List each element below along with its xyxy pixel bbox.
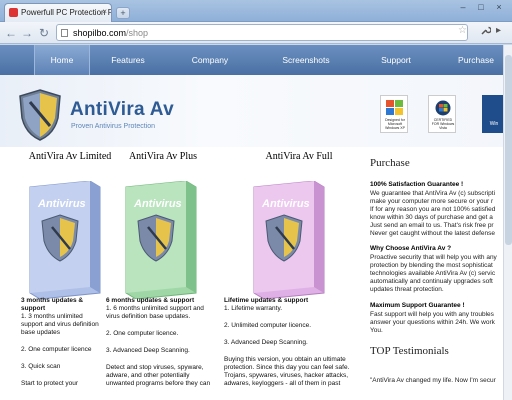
page-icon [61,29,68,37]
brand-name: AntiVira Av [70,99,174,120]
details-line: 1. 6 months unlimited support and virus … [106,305,204,320]
tab-close-icon[interactable]: × [102,7,107,16]
product-plus-details: 6 months updates & support 1. 6 months un… [106,297,216,397]
text-line: Never get caught without the latest defe… [370,230,496,237]
forward-icon[interactable]: → [20,26,34,40]
text-line: We guarantee that AntiVira Av (c) subscr… [370,190,496,197]
favicon-icon [9,8,18,17]
details-line: 2. One computer licence. [106,330,179,337]
windows-orb-icon [435,100,451,116]
box-label: Antivirus [37,198,86,210]
new-tab-button[interactable]: + [116,7,130,19]
url-host: shopilbo.com [73,28,127,38]
bookmark-star-icon[interactable]: ☆ [458,25,467,36]
scrollbar-thumb[interactable] [505,55,512,245]
text-line: If for any reason you are not 100% satis… [370,206,496,213]
why-choose-text: Proactive security that will help you wi… [370,254,503,294]
guarantee-text: We guarantee that AntiVira Av (c) subscr… [370,190,503,238]
windows-flag-icon [386,100,403,115]
support-guarantee-title: Maximum Support Guarantee ! [370,302,465,309]
product-title: AntiVira Av Full [265,151,333,162]
product-title: AntiVira Av Limited [28,151,112,162]
text-line: technologies available AntiVira Av (c) s… [370,270,496,277]
product-limited-title: AntiVira Av Limited [25,151,115,162]
guarantee-title: 100% Satisfaction Guarantee ! [370,181,464,188]
browser-toolbar: ← → ↻ shopilbo.com/shop ☆ ▸ [0,22,512,44]
nav-company[interactable]: Company [182,45,238,75]
product-plus-title: AntiVira Av Plus [113,151,213,162]
product-full-details: Lifetime updates & support 1. Lifetime wa… [224,297,354,397]
box-label: Antivirus [261,198,310,210]
details-line: 3. Advanced Deep Scanning. [106,347,190,354]
details-line: 1. Lifetime warranty. [224,305,283,312]
site-nav: Home Features Company Screenshots Suppor… [0,45,512,75]
wrench-icon[interactable] [480,25,492,39]
text-line: Fast support will help you with any trou… [370,311,494,318]
windows-vista-badge: CERTIFIED FOR Windows Vista [428,95,456,133]
windows-7-badge: Win [482,95,504,133]
details-line: Buying this version, you obtain an ultim… [224,356,350,387]
text-line: Proactive security that will help you wi… [370,254,497,261]
tab-title: Powerfull PC Protection Full [21,8,112,17]
browser-titlebar: Powerfull PC Protection Full × + – □ × [0,0,512,22]
details-line: 3. Advanced Deep Scanning. [224,339,308,346]
minimize-icon[interactable]: – [456,2,470,14]
text-line: Just send an email to us. That's risk fr… [370,222,494,229]
address-bar[interactable]: shopilbo.com/shop [56,24,468,41]
details-heading: Lifetime updates & support [224,297,309,304]
testimonials-heading: TOP Testimonials [370,345,449,357]
brand-tagline: Proven Antivirus Protection [71,123,156,130]
nav-features[interactable]: Features [100,45,156,75]
details-line: 2. Unlimited computer licence. [224,322,312,329]
badge-text: Designed for Microsoft Windows XP [385,118,405,130]
purchase-heading: Purchase [370,157,410,169]
support-guarantee-text: Fast support will help you with any trou… [370,311,503,335]
text-line: automatically and continualy upgrades so… [370,278,493,285]
badge-text: CERTIFIED FOR Windows Vista [431,118,455,130]
site-header: AntiVira Av Proven Antivirus Protection … [0,75,512,147]
details-line: Start to protect your [21,380,79,387]
testimonial-text: "AntiVira Av changed my life. Now I'm se… [370,377,496,384]
details-line: Detect and stop viruses, spyware, adware… [106,364,211,387]
nav-purchase[interactable]: Purchase [448,45,504,75]
why-choose-title: Why Choose AntiVira Av ? [370,245,452,252]
page-viewport: Home Features Company Screenshots Suppor… [0,45,512,400]
text-line: protection by blending the most sophisti… [370,262,493,269]
back-icon[interactable]: ← [4,26,18,40]
product-box-limited[interactable]: Antivirus [20,181,102,299]
text-line: answer your questions within 24h. We wor… [370,319,495,326]
text-line: make your computer more secure or your r [370,198,494,205]
product-box-plus[interactable]: Antivirus [116,181,198,299]
url-path: /shop [126,28,149,38]
windows-xp-badge: Designed for Microsoft Windows XP [380,95,408,133]
nav-screenshots[interactable]: Screenshots [276,45,336,75]
reload-icon[interactable]: ↻ [37,26,51,40]
details-line: 1. 3 months unlimited support and virus … [21,313,99,336]
text-line: updates threat protection. [370,286,444,293]
box-label: Antivirus [133,198,182,210]
details-heading: 3 months updates & support [21,297,84,312]
product-full-title: AntiVira Av Full [244,151,354,162]
nav-support[interactable]: Support [368,45,424,75]
text-line: know within 30 days of purchase and get … [370,214,493,221]
badge-text: Win [489,121,499,127]
page-menu-icon[interactable]: ▸ [496,25,501,36]
nav-home[interactable]: Home [34,45,90,75]
window-close-icon[interactable]: × [492,2,506,14]
details-line: 2. One computer licence [21,346,92,353]
maximize-icon[interactable]: □ [474,2,488,14]
page-scrollbar[interactable] [503,45,512,400]
product-box-full[interactable]: Antivirus [244,181,326,299]
shield-logo-icon [19,89,61,141]
details-heading: 6 months updates & support [106,297,195,304]
text-line: You. [370,327,383,334]
details-line: 3. Quick scan [21,363,61,370]
product-title: AntiVira Av Plus [128,151,198,162]
product-limited-details: 3 months updates & support 1. 3 months un… [21,297,101,397]
browser-tab[interactable]: Powerfull PC Protection Full × [4,3,112,22]
